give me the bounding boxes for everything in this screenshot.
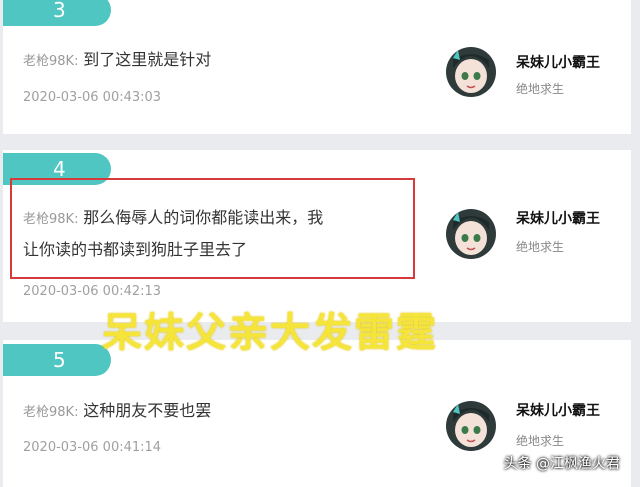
author-avatar[interactable] — [445, 400, 497, 452]
comment-user: 老枪98K: — [23, 54, 79, 69]
comment-number-badge: 3 — [3, 0, 111, 26]
comment-text: 到了这里就是针对 — [83, 50, 212, 69]
author-name[interactable]: 呆妹儿小霸王 — [516, 208, 600, 228]
comment-user: 老枪98K: — [23, 405, 79, 420]
overlay-caption: 呆妹父亲大发雷霆 — [102, 310, 438, 356]
comment-card-3: 3 老枪98K: 到了这里就是针对 2020-03-06 00:43:03 呆妹… — [3, 0, 631, 134]
author-avatar[interactable] — [445, 46, 497, 98]
author-name[interactable]: 呆妹儿小霸王 — [516, 52, 600, 72]
author-role: 绝地求生 — [516, 82, 565, 96]
comment-timestamp: 2020-03-06 00:43:03 — [23, 90, 162, 105]
highlight-box — [10, 178, 415, 279]
comment-timestamp: 2020-03-06 00:42:13 — [23, 284, 162, 299]
author-avatar[interactable] — [445, 208, 497, 260]
comment-timestamp: 2020-03-06 00:41:14 — [23, 440, 162, 455]
author-role: 绝地求生 — [516, 240, 565, 254]
comment-body: 老枪98K: 这种朋友不要也罢 — [23, 395, 211, 429]
watermark: 头条 @江枫渔火君 — [503, 456, 620, 472]
comment-body: 老枪98K: 到了这里就是针对 — [23, 44, 211, 78]
comment-number-badge: 5 — [3, 344, 111, 376]
comment-text: 这种朋友不要也罢 — [83, 401, 212, 420]
author-role: 绝地求生 — [516, 434, 565, 448]
author-name[interactable]: 呆妹儿小霸王 — [516, 400, 600, 420]
